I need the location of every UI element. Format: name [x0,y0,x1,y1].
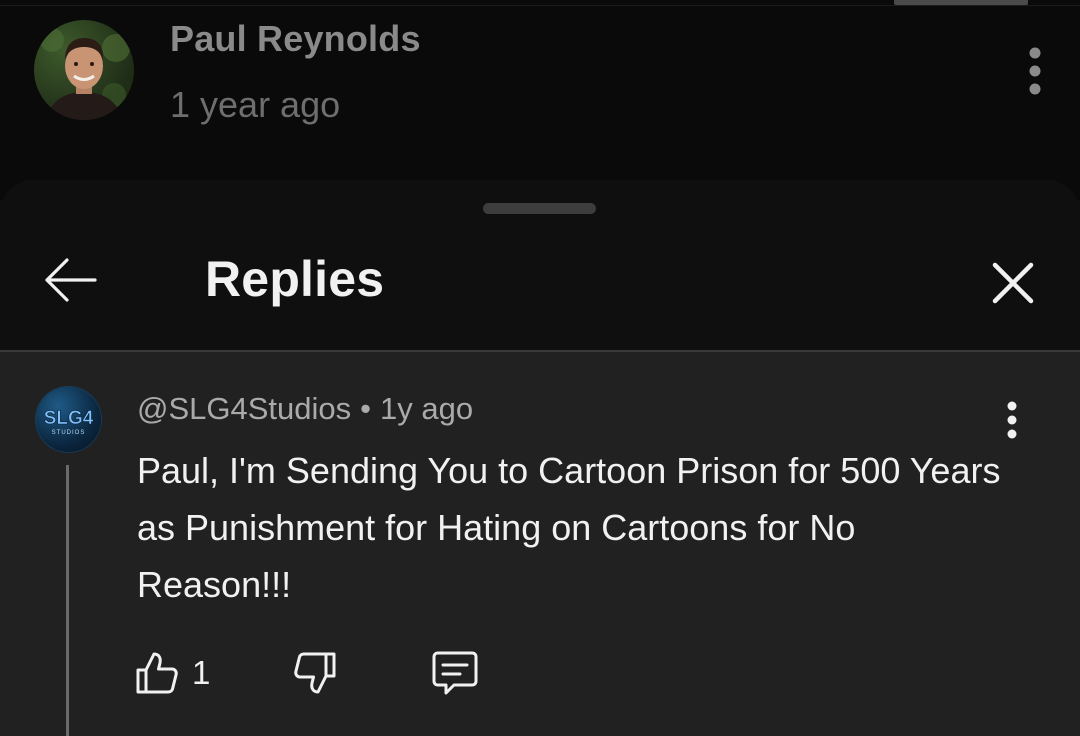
reply-button[interactable] [430,645,480,701]
reply-author-avatar[interactable]: SLG4 STUDIOS [35,386,102,453]
like-count: 1 [192,654,211,691]
avatar-logo-subtext: STUDIOS [52,430,86,436]
close-button[interactable] [980,252,1046,314]
reply-meta: @SLG4Studios • 1y ago [137,391,473,427]
close-icon [992,262,1034,304]
person-avatar-image [40,28,130,120]
dislike-button[interactable] [292,645,338,701]
avatar-logo-text: SLG4 [44,408,94,429]
thumb-up-icon [136,652,178,694]
reply-comment-icon [432,651,478,695]
parent-author-name[interactable]: Paul Reynolds [170,18,421,60]
reply-text: Paul, I'm Sending You to Cartoon Prison … [137,450,1001,605]
parent-comment: Paul Reynolds 1 year ago [0,0,1080,200]
thumb-down-icon [294,652,336,694]
parent-author-avatar[interactable] [34,20,134,120]
slg4-logo-avatar: SLG4 STUDIOS [35,386,102,453]
reply-more-button[interactable] [996,400,1028,444]
more-vert-icon [1029,47,1041,95]
reply-time: 1y ago [380,391,474,426]
reply-actions: 1 [134,645,534,701]
top-divider [0,5,1080,6]
thread-line [66,465,69,736]
meta-separator: • [360,391,371,426]
drag-handle[interactable] [483,203,596,214]
replies-sheet: Replies SLG4 STUDIOS @SLG4Studios • 1y ago… [0,180,1080,736]
scroll-indicator [894,0,1028,5]
arrow-back-icon [45,258,97,302]
sheet-header: Replies [0,180,1080,350]
sheet-title: Replies [205,251,385,307]
more-vert-icon [1007,401,1017,439]
reply-author-handle[interactable]: @SLG4Studios [137,391,351,426]
parent-more-button[interactable] [1020,44,1050,98]
like-button[interactable]: 1 [134,645,210,701]
parent-comment-time: 1 year ago [170,84,341,125]
header-divider [0,350,1080,352]
back-button[interactable] [34,250,106,310]
